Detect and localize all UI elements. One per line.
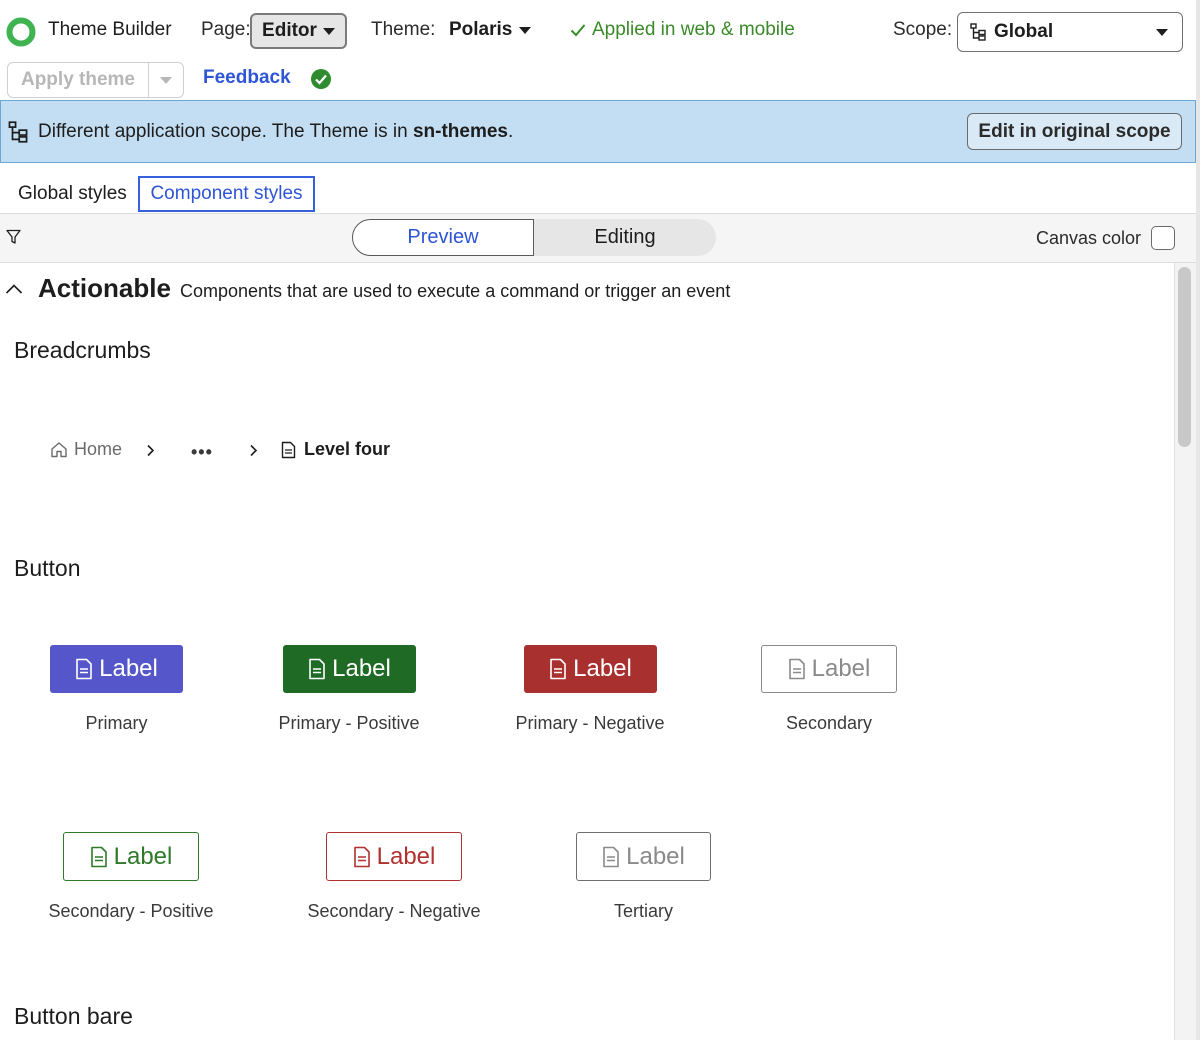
checkmark-icon bbox=[570, 24, 586, 37]
canvas-color-checkbox[interactable] bbox=[1151, 226, 1175, 250]
secondary-caption: Secondary bbox=[785, 713, 873, 733]
section-description: Components that are used to execute a co… bbox=[180, 281, 731, 301]
window-edge bbox=[1196, 0, 1200, 1040]
theme-select[interactable]: Polaris bbox=[449, 19, 532, 41]
theme-select-value: Polaris bbox=[449, 19, 513, 40]
preview-toggle[interactable]: Preview bbox=[352, 219, 534, 256]
tab-component-styles[interactable]: Component styles bbox=[138, 176, 315, 212]
component-heading-breadcrumbs: Breadcrumbs bbox=[14, 337, 151, 363]
component-heading-button-bare: Button bare bbox=[14, 1003, 133, 1029]
app-logo-icon bbox=[6, 17, 36, 47]
chevron-down-icon bbox=[160, 76, 172, 84]
edit-in-original-scope-button[interactable]: Edit in original scope bbox=[967, 113, 1182, 150]
secondary-positive-button-label: Label bbox=[113, 842, 173, 870]
primary-negative-button[interactable]: Label bbox=[524, 645, 657, 693]
secondary-negative-caption: Secondary - Negative bbox=[307, 901, 481, 921]
banner-text-suffix: . bbox=[507, 121, 514, 142]
hierarchy-icon bbox=[970, 23, 986, 41]
breadcrumb-current-label: Level four bbox=[304, 439, 391, 459]
canvas-color-label: Canvas color bbox=[1036, 228, 1142, 248]
chevron-down-icon bbox=[322, 27, 335, 35]
breadcrumb-home[interactable]: Home bbox=[50, 439, 122, 460]
applied-status: Applied in web & mobile bbox=[570, 19, 795, 41]
primary-positive-caption: Primary - Positive bbox=[278, 713, 420, 733]
editing-toggle[interactable]: Editing bbox=[534, 219, 716, 256]
component-heading-button: Button bbox=[14, 555, 81, 581]
secondary-positive-caption: Secondary - Positive bbox=[48, 901, 214, 921]
secondary-button[interactable]: Label bbox=[761, 645, 897, 693]
scope-select[interactable]: Global bbox=[957, 12, 1183, 52]
chevron-right-icon bbox=[249, 444, 258, 457]
app-title: Theme Builder bbox=[48, 19, 172, 40]
secondary-negative-button-label: Label bbox=[376, 842, 436, 870]
primary-caption: Primary bbox=[85, 713, 148, 733]
banner-text-prefix: Different application scope. The Theme i… bbox=[38, 121, 413, 142]
filter-icon[interactable] bbox=[6, 229, 21, 245]
primary-positive-button[interactable]: Label bbox=[283, 645, 416, 693]
document-icon bbox=[788, 658, 805, 680]
scope-label: Scope: bbox=[893, 19, 953, 40]
secondary-button-label: Label bbox=[811, 655, 871, 682]
breadcrumb-overflow[interactable]: ••• bbox=[191, 442, 213, 463]
home-icon bbox=[51, 442, 67, 458]
page-select[interactable]: Editor bbox=[250, 13, 347, 49]
apply-theme-button[interactable]: Apply theme bbox=[8, 63, 149, 97]
tertiary-button[interactable]: Label bbox=[576, 832, 711, 881]
document-icon bbox=[76, 658, 92, 680]
breadcrumb-current: Level four bbox=[281, 439, 390, 460]
secondary-positive-button[interactable]: Label bbox=[63, 832, 199, 881]
primary-button[interactable]: Label bbox=[50, 645, 183, 693]
document-icon bbox=[281, 441, 296, 458]
document-icon bbox=[550, 658, 566, 680]
breadcrumb-home-label: Home bbox=[74, 439, 123, 459]
check-circle-icon bbox=[310, 68, 332, 90]
primary-negative-button-label: Label bbox=[573, 655, 632, 682]
secondary-negative-button[interactable]: Label bbox=[326, 832, 462, 881]
hierarchy-icon bbox=[8, 121, 28, 143]
primary-negative-caption: Primary - Negative bbox=[515, 713, 665, 733]
primary-positive-button-label: Label bbox=[332, 655, 391, 682]
chevron-right-icon bbox=[146, 444, 155, 457]
page-select-value: Editor bbox=[262, 20, 317, 41]
chevron-up-icon[interactable] bbox=[5, 283, 23, 295]
scrollbar-thumb[interactable] bbox=[1178, 267, 1191, 447]
document-icon bbox=[309, 658, 325, 680]
tertiary-button-label: Label bbox=[626, 842, 685, 870]
banner-scope-name: sn-themes bbox=[412, 121, 508, 142]
tab-global-styles[interactable]: Global styles bbox=[18, 183, 127, 205]
theme-label: Theme: bbox=[371, 19, 436, 40]
section-title: Actionable bbox=[38, 273, 171, 303]
apply-theme-split-button[interactable]: Apply theme bbox=[7, 62, 184, 98]
chevron-down-icon bbox=[1156, 28, 1168, 36]
apply-theme-dropdown[interactable] bbox=[149, 63, 183, 97]
primary-button-label: Label bbox=[99, 655, 158, 682]
applied-status-text: Applied in web & mobile bbox=[592, 19, 795, 40]
chevron-down-icon bbox=[519, 26, 532, 34]
document-icon bbox=[353, 846, 370, 867]
page-label: Page: bbox=[201, 19, 251, 40]
document-icon bbox=[603, 846, 619, 867]
feedback-link[interactable]: Feedback bbox=[203, 67, 291, 89]
document-icon bbox=[90, 846, 107, 867]
banner-message: Different application scope. The Theme i… bbox=[38, 121, 513, 143]
scope-select-value: Global bbox=[994, 21, 1054, 42]
tertiary-caption: Tertiary bbox=[613, 901, 673, 921]
